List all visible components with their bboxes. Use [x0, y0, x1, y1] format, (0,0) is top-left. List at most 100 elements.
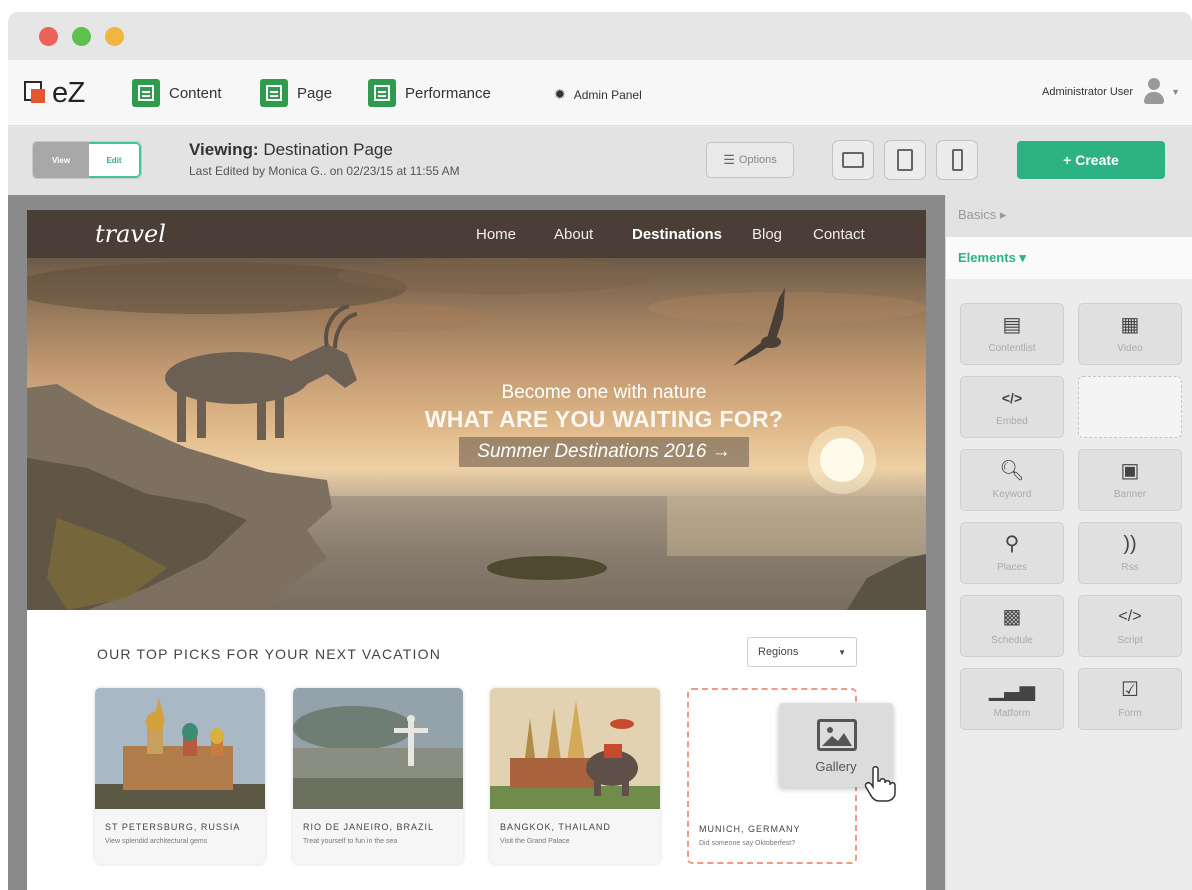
tile-label: Matform: [993, 708, 1031, 719]
menu-icon: ☰: [723, 152, 735, 167]
site-preview: travel Home About Destinations Blog Cont…: [27, 210, 926, 890]
view-mode-button[interactable]: View: [33, 142, 89, 178]
element-tile-embed[interactable]: </> Embed: [960, 376, 1064, 438]
close-window-button[interactable]: [39, 27, 58, 46]
chevron-down-icon: ▼: [1171, 87, 1180, 97]
banner-icon: ▣: [1120, 460, 1140, 482]
nav-page-label: Page: [297, 84, 333, 102]
hero-tagline: Become one with nature: [501, 382, 707, 403]
tablet-preview-button[interactable]: [884, 140, 926, 180]
rio-de-janeiro-image: [293, 688, 463, 809]
rss-icon: )): [1123, 533, 1137, 555]
gallery-icon: [817, 719, 857, 751]
nav-content-button[interactable]: Content: [132, 79, 222, 107]
desktop-preview-button[interactable]: [832, 140, 874, 180]
site-link-home[interactable]: Home: [476, 226, 516, 243]
hero-text: Become one with nature WHAT ARE YOU WAIT…: [419, 382, 789, 467]
element-tile-matform[interactable]: ▁▃▅ Matform: [960, 668, 1064, 730]
contentlist-icon: ▤: [1002, 314, 1022, 336]
edit-mode-button[interactable]: Edit: [89, 142, 141, 178]
section-title: OUR TOP PICKS FOR YOUR NEXT VACATION: [97, 646, 442, 662]
site-link-about[interactable]: About: [554, 226, 593, 243]
element-tile-contentlist[interactable]: ▤ Contentlist: [960, 303, 1064, 365]
ez-logo-icon: [24, 81, 50, 105]
destination-card[interactable]: RIO DE JANEIRO, BRAZIL Treat yourself to…: [293, 688, 463, 864]
schedule-icon: ▩: [1002, 606, 1022, 628]
tile-label: Rss: [1121, 562, 1139, 573]
nav-performance-label: Performance: [405, 84, 491, 102]
minimize-window-button[interactable]: [105, 27, 124, 46]
regions-select-label: Regions: [758, 646, 799, 658]
basics-section-toggle[interactable]: Basics ▸: [946, 195, 1192, 237]
user-menu[interactable]: Administrator User ▼: [1042, 78, 1180, 106]
site-link-blog[interactable]: Blog: [752, 226, 782, 243]
nav-page-button[interactable]: Page: [260, 79, 332, 107]
element-tile-keyword[interactable]: 🔍︎ Keyword: [960, 449, 1064, 511]
hero-cta-link[interactable]: Summer Destinations 2016 →: [459, 437, 749, 467]
tile-label: Places: [996, 562, 1027, 573]
tile-label: Form: [1118, 708, 1142, 719]
user-avatar-icon: [1143, 78, 1165, 106]
last-edited-text: Last Edited by Monica G.. on 02/23/15 at…: [189, 164, 460, 178]
zoom-window-button[interactable]: [72, 27, 91, 46]
tile-label: Keyword: [992, 489, 1032, 500]
element-tile-banner[interactable]: ▣ Banner: [1078, 449, 1182, 511]
element-tile-script[interactable]: </> Script: [1078, 595, 1182, 657]
element-tile-video[interactable]: ▦ Video: [1078, 303, 1182, 365]
nav-performance-button[interactable]: Performance: [368, 79, 491, 107]
card-description: Did someone say Oktoberfest?: [699, 840, 796, 847]
element-tile-places[interactable]: ⚲ Places: [960, 522, 1064, 584]
tile-label: Embed: [996, 416, 1028, 427]
card-title: ST PETERSBURG, RUSSIA: [105, 822, 241, 832]
viewing-info: Viewing: Destination Page Last Edited by…: [189, 140, 460, 178]
view-edit-toggle[interactable]: View Edit: [32, 141, 142, 179]
card-title: MUNICH, GERMANY: [699, 824, 801, 834]
create-button[interactable]: + Create: [1017, 141, 1165, 179]
phone-icon: [951, 149, 963, 171]
tile-label: Script: [1117, 635, 1143, 646]
card-description: Visit the Grand Palace: [500, 838, 570, 845]
tile-label: Video: [1117, 343, 1143, 354]
element-tile-rss[interactable]: )) Rss: [1078, 522, 1182, 584]
performance-icon: [368, 79, 396, 107]
admin-panel-label: Admin Panel: [573, 87, 642, 102]
options-label: Options: [738, 154, 777, 166]
viewing-prefix: Viewing:: [189, 140, 259, 159]
site-link-destinations[interactable]: Destinations: [632, 226, 722, 243]
gallery-drag-element[interactable]: Gallery: [779, 703, 896, 802]
card-description: View splendid architectural gems: [105, 838, 208, 845]
image-glyph-icon: [822, 727, 852, 746]
card-title: RIO DE JANEIRO, BRAZIL: [303, 822, 435, 832]
script-icon: </>: [1118, 608, 1142, 625]
tile-label: Contentlist: [988, 343, 1036, 354]
options-button[interactable]: ☰ Options: [706, 142, 794, 178]
embed-icon: </>: [1001, 390, 1023, 406]
element-tile-form[interactable]: ☑ Form: [1078, 668, 1182, 730]
destination-card[interactable]: ST PETERSBURG, RUSSIA View splendid arch…: [95, 688, 265, 864]
hand-cursor-icon: [864, 766, 896, 802]
bangkok-image: [490, 688, 660, 809]
card-description: Treat yourself to fun in the sea: [303, 838, 398, 845]
video-icon: ▦: [1120, 314, 1140, 336]
nav-content-label: Content: [169, 84, 222, 102]
ez-logo[interactable]: eZ: [24, 77, 85, 109]
chevron-down-icon: ▼: [838, 648, 846, 657]
site-logo[interactable]: travel: [95, 220, 166, 248]
site-link-contact[interactable]: Contact: [813, 226, 865, 243]
regions-select[interactable]: Regions ▼: [747, 637, 857, 667]
desktop-icon: [842, 152, 864, 168]
page-canvas: travel Home About Destinations Blog Cont…: [8, 195, 945, 890]
phone-preview-button[interactable]: [936, 140, 978, 180]
page-subbar: View Edit: [8, 127, 1192, 195]
form-icon: ☑: [1121, 679, 1139, 701]
content-icon: [132, 79, 160, 107]
admin-panel-link[interactable]: ✹ Admin Panel: [554, 86, 642, 103]
destination-card[interactable]: BANGKOK, THAILAND Visit the Grand Palace: [490, 688, 660, 864]
elements-section-toggle[interactable]: Elements ▾: [946, 237, 1192, 279]
element-tile-schedule[interactable]: ▩ Schedule: [960, 595, 1064, 657]
hero-banner: Become one with nature WHAT ARE YOU WAIT…: [27, 258, 926, 610]
logo-text: eZ: [52, 76, 85, 109]
app-window: eZ Content Page Performance ✹ Admin Pane…: [8, 12, 1192, 890]
card-title: BANGKOK, THAILAND: [500, 822, 611, 832]
st-petersburg-image: [95, 688, 265, 809]
